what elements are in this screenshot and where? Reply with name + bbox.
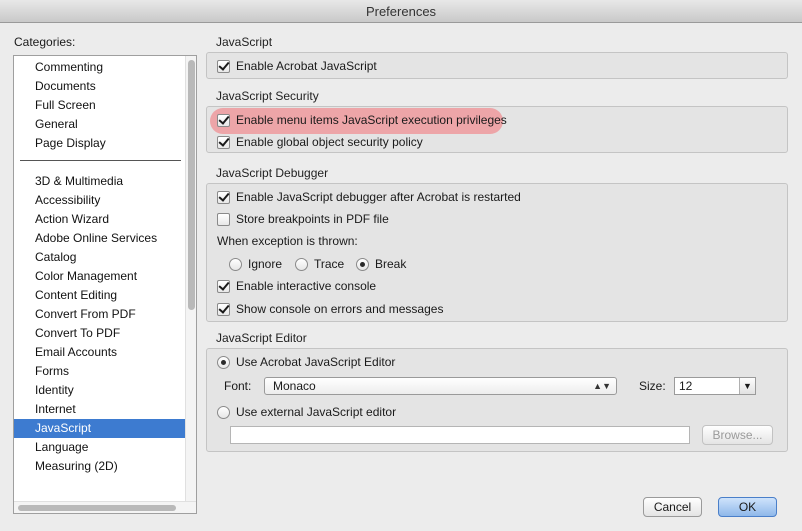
store-breakpoints-label: Store breakpoints in PDF file (236, 212, 389, 226)
category-forms[interactable]: Forms (14, 362, 185, 381)
exception-trace-option[interactable]: Trace (295, 255, 344, 273)
preferences-dialog: Categories: Commenting Documents Full Sc… (0, 23, 802, 531)
exception-ignore-option[interactable]: Ignore (229, 255, 282, 273)
show-console-checkbox[interactable] (217, 302, 230, 316)
font-label: Font: (224, 379, 252, 393)
enable-debugger-checkbox[interactable] (217, 190, 230, 204)
size-combo[interactable]: 12 ▼ (674, 377, 756, 395)
store-breakpoints-checkbox[interactable] (217, 212, 230, 226)
category-email-accounts[interactable]: Email Accounts (14, 343, 185, 362)
show-console-row[interactable]: Show console on errors and messages (217, 300, 443, 318)
category-commenting[interactable]: Commenting (14, 58, 185, 77)
debugger-group: Enable JavaScript debugger after Acrobat… (206, 183, 788, 322)
font-select[interactable]: Monaco ▲▼ (264, 377, 617, 395)
category-identity[interactable]: Identity (14, 381, 185, 400)
exception-trace-label: Trace (314, 257, 345, 271)
category-convert-to-pdf[interactable]: Convert To PDF (14, 324, 185, 343)
category-general[interactable]: General (14, 115, 185, 134)
category-color-management[interactable]: Color Management (14, 267, 185, 286)
editor-group: Use Acrobat JavaScript Editor Font: Mona… (206, 348, 788, 452)
ok-button[interactable]: OK (718, 497, 777, 517)
size-combo-value: 12 (679, 379, 693, 393)
font-select-value: Monaco (273, 379, 316, 393)
menu-items-privileges-checkbox[interactable] (217, 113, 230, 127)
editor-section-title: JavaScript Editor (216, 331, 307, 345)
window-title: Preferences (365, 4, 437, 19)
global-policy-row[interactable]: Enable global object security policy (217, 133, 423, 151)
exception-ignore-radio[interactable] (229, 257, 242, 271)
chevron-down-icon[interactable]: ▼ (739, 378, 755, 394)
category-language[interactable]: Language (14, 438, 185, 457)
category-accessibility[interactable]: Accessibility (14, 191, 185, 210)
vertical-scroll-thumb[interactable] (188, 60, 195, 310)
external-editor-path-field[interactable] (230, 426, 690, 444)
categories-horizontal-scrollbar[interactable] (14, 501, 196, 513)
category-convert-from-pdf[interactable]: Convert From PDF (14, 305, 185, 324)
size-label: Size: (639, 379, 666, 393)
browse-button[interactable]: Browse... (702, 425, 773, 445)
updown-arrows-icon: ▲▼ (593, 381, 611, 391)
enable-debugger-row[interactable]: Enable JavaScript debugger after Acrobat… (217, 188, 521, 206)
category-documents[interactable]: Documents (14, 77, 185, 96)
category-3d-multimedia[interactable]: 3D & Multimedia (14, 172, 185, 191)
interactive-console-checkbox[interactable] (217, 279, 230, 293)
use-external-editor-row[interactable]: Use external JavaScript editor (217, 403, 396, 421)
exception-label: When exception is thrown: (217, 234, 358, 248)
categories-vertical-scrollbar[interactable] (185, 56, 196, 501)
exception-trace-radio[interactable] (295, 257, 308, 271)
menu-items-privileges-row[interactable]: Enable menu items JavaScript execution p… (217, 111, 507, 129)
security-group: Enable menu items JavaScript execution p… (206, 106, 788, 153)
use-acrobat-editor-label: Use Acrobat JavaScript Editor (236, 355, 396, 369)
global-policy-label: Enable global object security policy (236, 135, 423, 149)
category-adobe-online-services[interactable]: Adobe Online Services (14, 229, 185, 248)
global-policy-checkbox[interactable] (217, 135, 230, 149)
category-action-wizard[interactable]: Action Wizard (14, 210, 185, 229)
interactive-console-row[interactable]: Enable interactive console (217, 277, 376, 295)
enable-javascript-label: Enable Acrobat JavaScript (236, 59, 377, 73)
cancel-button[interactable]: Cancel (643, 497, 702, 517)
enable-javascript-checkbox[interactable] (217, 59, 230, 73)
javascript-section-title: JavaScript (216, 35, 273, 49)
categories-label: Categories: (14, 35, 76, 49)
categories-list[interactable]: Commenting Documents Full Screen General… (13, 55, 197, 514)
javascript-group: Enable Acrobat JavaScript (206, 52, 788, 79)
category-javascript[interactable]: JavaScript (14, 419, 185, 438)
interactive-console-label: Enable interactive console (236, 279, 377, 293)
category-separator (20, 160, 181, 161)
store-breakpoints-row[interactable]: Store breakpoints in PDF file (217, 210, 389, 228)
category-internet[interactable]: Internet (14, 400, 185, 419)
debugger-section-title: JavaScript Debugger (216, 166, 329, 180)
exception-break-label: Break (375, 257, 407, 271)
category-page-display[interactable]: Page Display (14, 134, 185, 153)
window-titlebar[interactable]: Preferences (0, 0, 802, 23)
exception-break-option[interactable]: Break (356, 255, 406, 273)
enable-javascript-row[interactable]: Enable Acrobat JavaScript (217, 57, 377, 75)
use-external-editor-label: Use external JavaScript editor (236, 405, 397, 419)
category-catalog[interactable]: Catalog (14, 248, 185, 267)
category-content-editing[interactable]: Content Editing (14, 286, 185, 305)
exception-break-radio[interactable] (356, 257, 369, 271)
use-acrobat-editor-row[interactable]: Use Acrobat JavaScript Editor (217, 353, 395, 371)
horizontal-scroll-thumb[interactable] (18, 505, 176, 511)
use-acrobat-editor-radio[interactable] (217, 355, 230, 369)
enable-debugger-label: Enable JavaScript debugger after Acrobat… (236, 190, 521, 204)
show-console-label: Show console on errors and messages (236, 302, 444, 316)
use-external-editor-radio[interactable] (217, 405, 230, 419)
security-section-title: JavaScript Security (216, 89, 319, 103)
exception-ignore-label: Ignore (248, 257, 283, 271)
category-measuring-2d[interactable]: Measuring (2D) (14, 457, 185, 476)
menu-items-privileges-label: Enable menu items JavaScript execution p… (236, 113, 507, 127)
category-full-screen[interactable]: Full Screen (14, 96, 185, 115)
